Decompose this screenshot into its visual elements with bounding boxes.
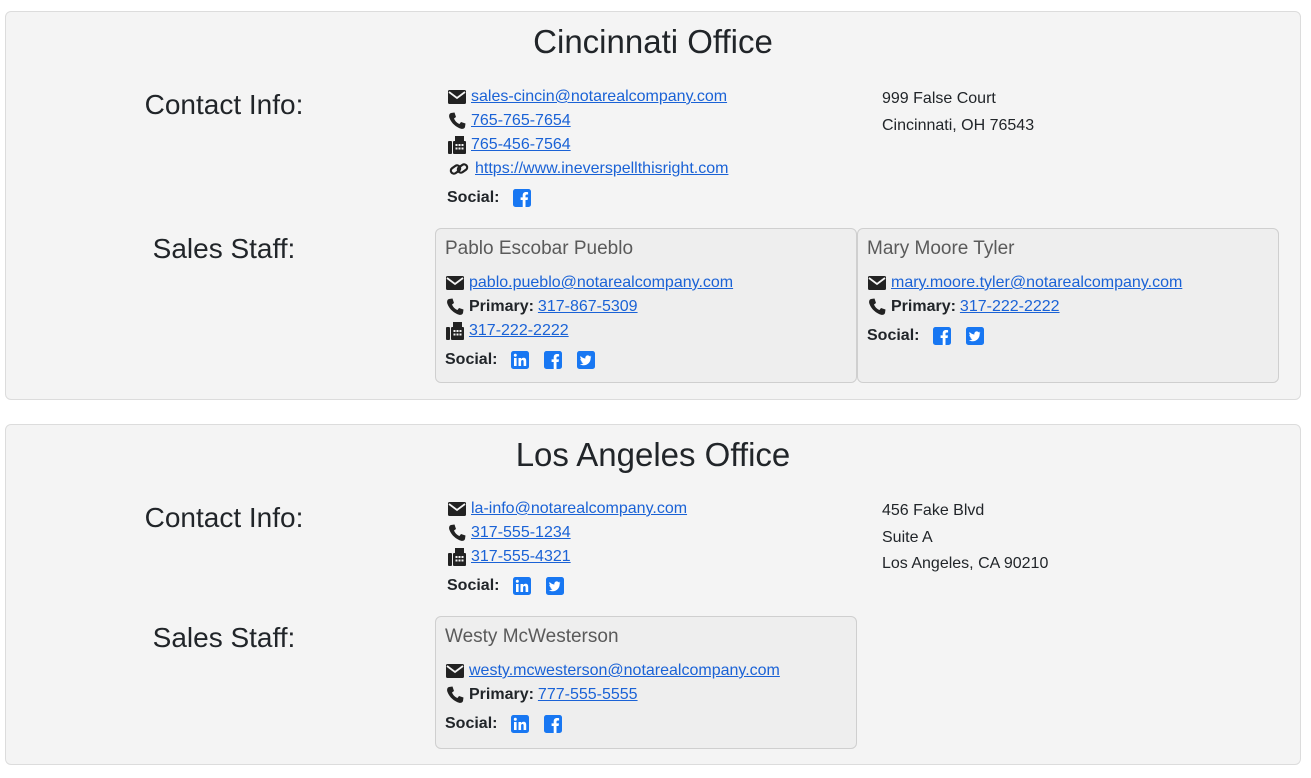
- staff-phone-line: Primary: 777-555-5555: [445, 683, 847, 707]
- office-email-line: la-info@notarealcompany.com: [447, 497, 687, 521]
- social-label: Social:: [447, 189, 500, 206]
- address-line: 999 False Court: [882, 90, 996, 107]
- sales-staff-label: Sales Staff:: [152, 233, 296, 264]
- office-contact-block: sales-cincin@notarealcompany.com 765-765…: [447, 85, 728, 207]
- linkedin-icon[interactable]: [511, 715, 529, 733]
- phone-icon: [445, 685, 465, 705]
- office-social-row: Social:: [447, 577, 687, 595]
- sales-staff-label: Sales Staff:: [152, 622, 296, 653]
- envelope-icon: [447, 87, 467, 107]
- office-fax-line: 765-456-7564: [447, 133, 728, 157]
- envelope-icon: [867, 273, 887, 293]
- staff-phone-line: Primary: 317-867-5309: [445, 295, 847, 319]
- phone-icon: [447, 111, 467, 131]
- envelope-icon: [447, 499, 467, 519]
- envelope-icon: [445, 661, 465, 681]
- social-label: Social:: [447, 577, 500, 594]
- fax-icon: [445, 321, 465, 341]
- office-website-link[interactable]: https://www.ineverspellthisright.com: [475, 160, 728, 178]
- office-email-line: sales-cincin@notarealcompany.com: [447, 85, 728, 109]
- facebook-icon[interactable]: [933, 327, 951, 345]
- phone-icon: [867, 297, 887, 317]
- facebook-icon[interactable]: [513, 189, 531, 207]
- social-label: Social:: [867, 327, 920, 344]
- office-phone-line: 765-765-7654: [447, 109, 728, 133]
- office-website-line: https://www.ineverspellthisright.com: [447, 157, 728, 181]
- facebook-icon[interactable]: [544, 715, 562, 733]
- phone-icon: [447, 523, 467, 543]
- twitter-icon[interactable]: [546, 577, 564, 595]
- staff-social-row: Social:: [867, 327, 1269, 345]
- office-title: Los Angeles Office: [515, 436, 791, 473]
- staff-email-line: mary.moore.tyler@notarealcompany.com: [867, 271, 1269, 295]
- office-email-link[interactable]: sales-cincin@notarealcompany.com: [471, 88, 727, 106]
- contact-info-label: Contact Info:: [144, 502, 304, 533]
- staff-card-pablo: Pablo Escobar Pueblo pablo.pueblo@notare…: [435, 228, 857, 383]
- staff-fax-link[interactable]: 317-222-2222: [469, 322, 569, 340]
- address-line: Suite A: [882, 528, 933, 546]
- office-address: 456 Fake Blvd Suite A Los Angeles, CA 90…: [882, 498, 1048, 578]
- address-line: 456 Fake Blvd: [882, 502, 985, 519]
- primary-label: Primary:: [469, 686, 534, 703]
- primary-label: Primary:: [469, 298, 534, 315]
- twitter-icon[interactable]: [966, 327, 984, 345]
- office-phone-line: 317-555-1234: [447, 521, 687, 545]
- staff-phone-link[interactable]: 777-555-5555: [538, 686, 638, 704]
- link-icon: [447, 159, 471, 179]
- staff-social-row: Social:: [445, 715, 847, 733]
- office-fax-link[interactable]: 765-456-7564: [471, 136, 571, 154]
- fax-icon: [447, 135, 467, 155]
- staff-card-westy: Westy McWesterson westy.mcwesterson@nota…: [435, 616, 857, 749]
- staff-card-mary: Mary Moore Tyler mary.moore.tyler@notare…: [857, 228, 1279, 383]
- office-panel-los-angeles: Los Angeles Office Contact Info: la-info…: [5, 424, 1301, 765]
- office-phone-link[interactable]: 317-555-1234: [471, 524, 571, 542]
- primary-label: Primary:: [891, 298, 956, 315]
- staff-name: Westy McWesterson: [445, 626, 619, 647]
- staff-email-link[interactable]: mary.moore.tyler@notarealcompany.com: [891, 274, 1182, 292]
- office-contact-block: la-info@notarealcompany.com 317-555-1234…: [447, 497, 687, 595]
- staff-email-link[interactable]: westy.mcwesterson@notarealcompany.com: [469, 662, 780, 680]
- staff-social-row: Social:: [445, 351, 847, 369]
- office-phone-link[interactable]: 765-765-7654: [471, 112, 571, 130]
- twitter-icon[interactable]: [577, 351, 595, 369]
- staff-phone-link[interactable]: 317-222-2222: [960, 298, 1060, 316]
- office-fax-line: 317-555-4321: [447, 545, 687, 569]
- staff-fax-line: 317-222-2222: [445, 319, 847, 343]
- staff-email-link[interactable]: pablo.pueblo@notarealcompany.com: [469, 274, 733, 292]
- office-social-row: Social:: [447, 189, 728, 207]
- linkedin-icon[interactable]: [511, 351, 529, 369]
- office-title: Cincinnati Office: [533, 23, 773, 60]
- address-line: Los Angeles, CA 90210: [882, 555, 1049, 572]
- staff-email-line: westy.mcwesterson@notarealcompany.com: [445, 659, 847, 683]
- office-fax-link[interactable]: 317-555-4321: [471, 548, 571, 566]
- envelope-icon: [445, 273, 465, 293]
- office-panel-cincinnati: Cincinnati Office Contact Info: sales-ci…: [5, 11, 1301, 400]
- facebook-icon[interactable]: [544, 351, 562, 369]
- fax-icon: [447, 547, 467, 567]
- social-label: Social:: [445, 715, 498, 732]
- phone-icon: [445, 297, 465, 317]
- staff-email-line: pablo.pueblo@notarealcompany.com: [445, 271, 847, 295]
- staff-name: Mary Moore Tyler: [867, 238, 1015, 259]
- staff-phone-link[interactable]: 317-867-5309: [538, 298, 638, 316]
- social-label: Social:: [445, 351, 498, 368]
- contact-info-label: Contact Info:: [144, 89, 304, 120]
- linkedin-icon[interactable]: [513, 577, 531, 595]
- staff-phone-line: Primary: 317-222-2222: [867, 295, 1269, 319]
- office-email-link[interactable]: la-info@notarealcompany.com: [471, 500, 687, 518]
- address-line: Cincinnati, OH 76543: [882, 116, 1035, 134]
- office-address: 999 False Court Cincinnati, OH 76543: [882, 86, 1034, 139]
- staff-name: Pablo Escobar Pueblo: [445, 238, 634, 259]
